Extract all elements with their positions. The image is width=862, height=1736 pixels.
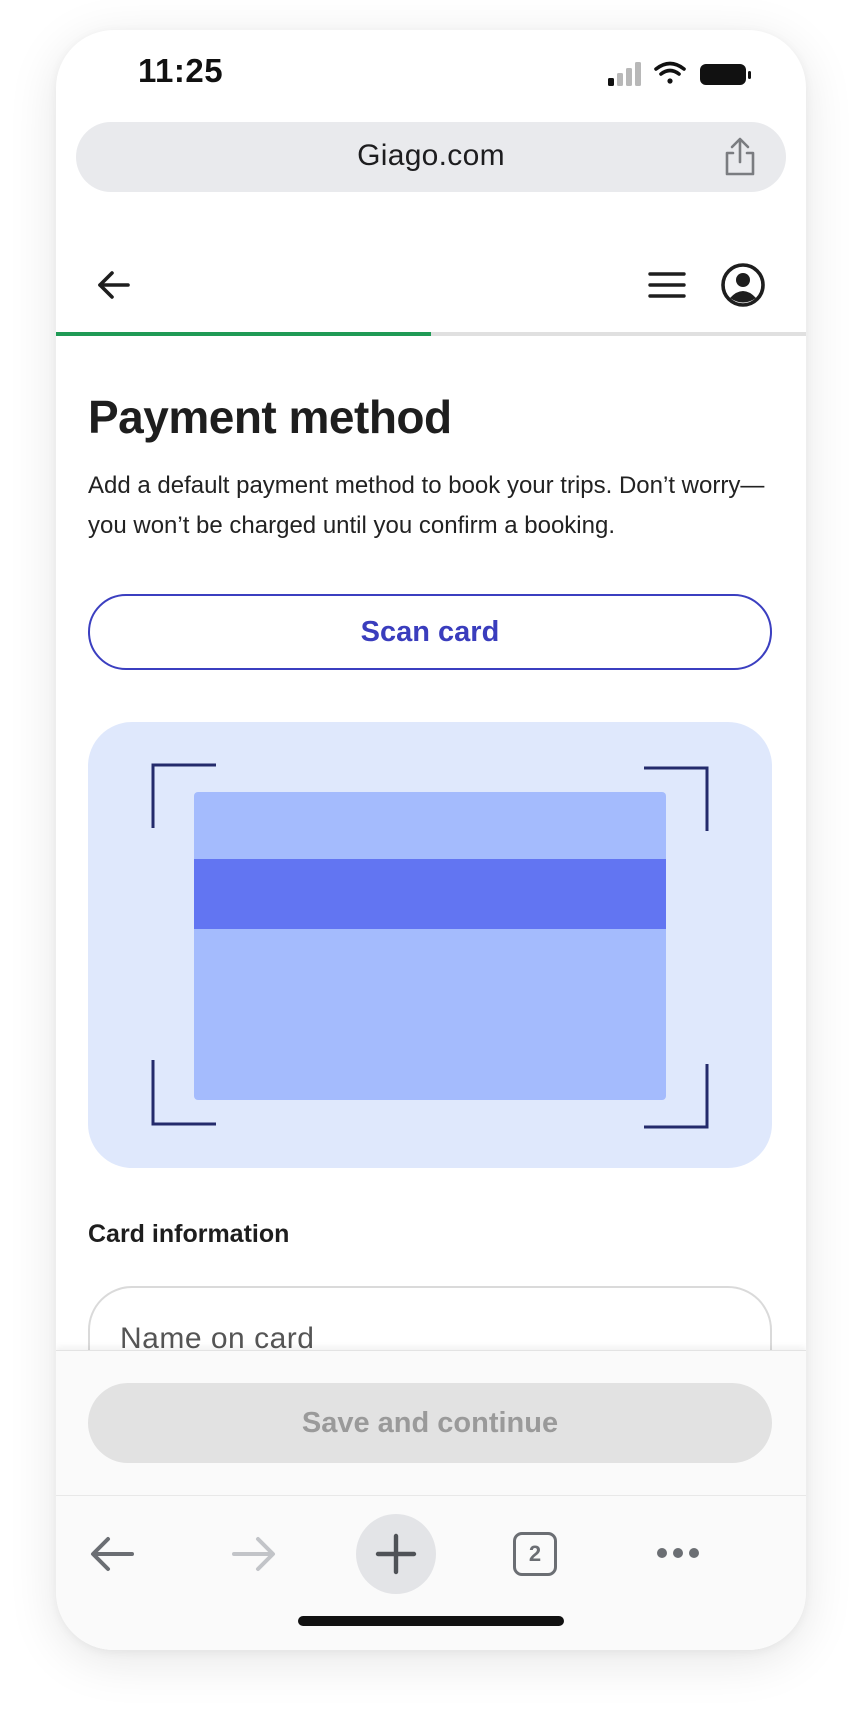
more-options-button[interactable] bbox=[638, 1514, 718, 1594]
status-bar: 11:25 bbox=[56, 30, 806, 120]
card-information-label: Card information bbox=[88, 1220, 290, 1248]
wifi-icon bbox=[654, 61, 686, 84]
browser-back-button[interactable] bbox=[72, 1514, 152, 1594]
browser-url-bar[interactable]: Giago.com bbox=[76, 122, 786, 192]
phone-screen: 11:25 Giago.com Payment method Add a def… bbox=[56, 30, 806, 1650]
url-text: Giago.com bbox=[357, 139, 505, 172]
new-tab-button[interactable] bbox=[356, 1514, 436, 1594]
tabs-button[interactable]: 2 bbox=[496, 1514, 576, 1594]
hamburger-menu-icon[interactable] bbox=[646, 265, 688, 305]
arrow-left-icon[interactable] bbox=[92, 263, 136, 307]
status-time: 11:25 bbox=[138, 52, 224, 89]
progress-bar bbox=[56, 332, 806, 336]
save-and-continue-button[interactable]: Save and continue bbox=[88, 1383, 772, 1463]
status-icons bbox=[608, 60, 758, 90]
arrow-left-icon bbox=[91, 1537, 134, 1571]
page-title: Payment method bbox=[88, 391, 452, 443]
plus-icon bbox=[375, 1533, 417, 1575]
browser-toolbar: 2 bbox=[56, 1495, 806, 1650]
battery-icon bbox=[700, 64, 751, 85]
app-header bbox=[56, 250, 806, 320]
browser-forward-button[interactable] bbox=[214, 1514, 294, 1594]
credit-card-icon bbox=[194, 792, 666, 1100]
share-icon[interactable] bbox=[720, 136, 760, 178]
scan-card-button[interactable]: Scan card bbox=[88, 594, 772, 670]
progress-fill bbox=[56, 332, 431, 336]
bottom-action-bar: Save and continue bbox=[56, 1350, 806, 1511]
page-description: Add a default payment method to book you… bbox=[88, 472, 765, 539]
more-horizontal-icon bbox=[657, 1548, 699, 1558]
tab-count-icon: 2 bbox=[513, 1532, 557, 1576]
account-circle-icon[interactable] bbox=[720, 262, 766, 308]
card-scan-illustration bbox=[88, 722, 772, 1168]
arrow-right-icon bbox=[232, 1537, 275, 1571]
home-indicator[interactable] bbox=[298, 1616, 564, 1626]
cellular-signal-icon bbox=[608, 62, 641, 86]
